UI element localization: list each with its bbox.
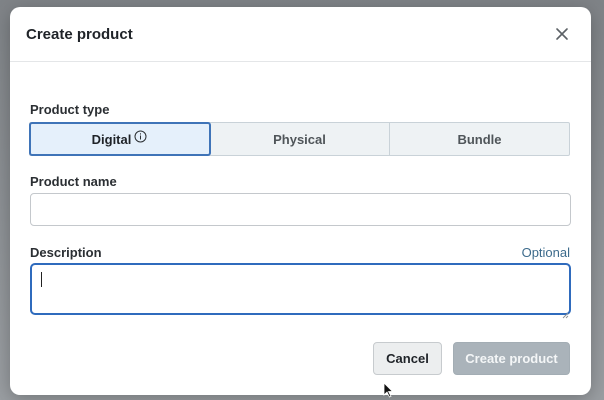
dialog-title: Create product [26,26,133,43]
product-type-option-physical[interactable]: Physical [210,123,390,155]
info-icon[interactable] [134,130,147,143]
product-type-option-label: Physical [273,131,326,147]
dialog-header: Create product [10,7,591,62]
product-name-label: Product name [30,174,117,189]
product-name-input[interactable] [30,193,571,226]
description-textarea[interactable] [30,263,571,315]
product-type-option-label: Digital [91,131,132,147]
resize-grip-icon[interactable] [562,306,569,319]
product-type-option-label: Bundle [457,131,502,147]
create-product-dialog: Create product Product type Digital Phys… [10,7,591,395]
create-product-button[interactable]: Create product [453,342,570,375]
description-label: Description [30,245,102,260]
text-caret [41,272,42,287]
mouse-pointer-icon [383,382,394,398]
product-type-option-digital[interactable]: Digital [29,122,211,156]
product-type-selector: Digital Physical Bundle [29,122,570,156]
product-type-option-bundle[interactable]: Bundle [390,123,569,155]
cancel-button[interactable]: Cancel [373,342,442,375]
product-type-label: Product type [30,102,110,117]
close-icon[interactable] [553,25,571,43]
description-optional-hint: Optional [521,245,570,260]
